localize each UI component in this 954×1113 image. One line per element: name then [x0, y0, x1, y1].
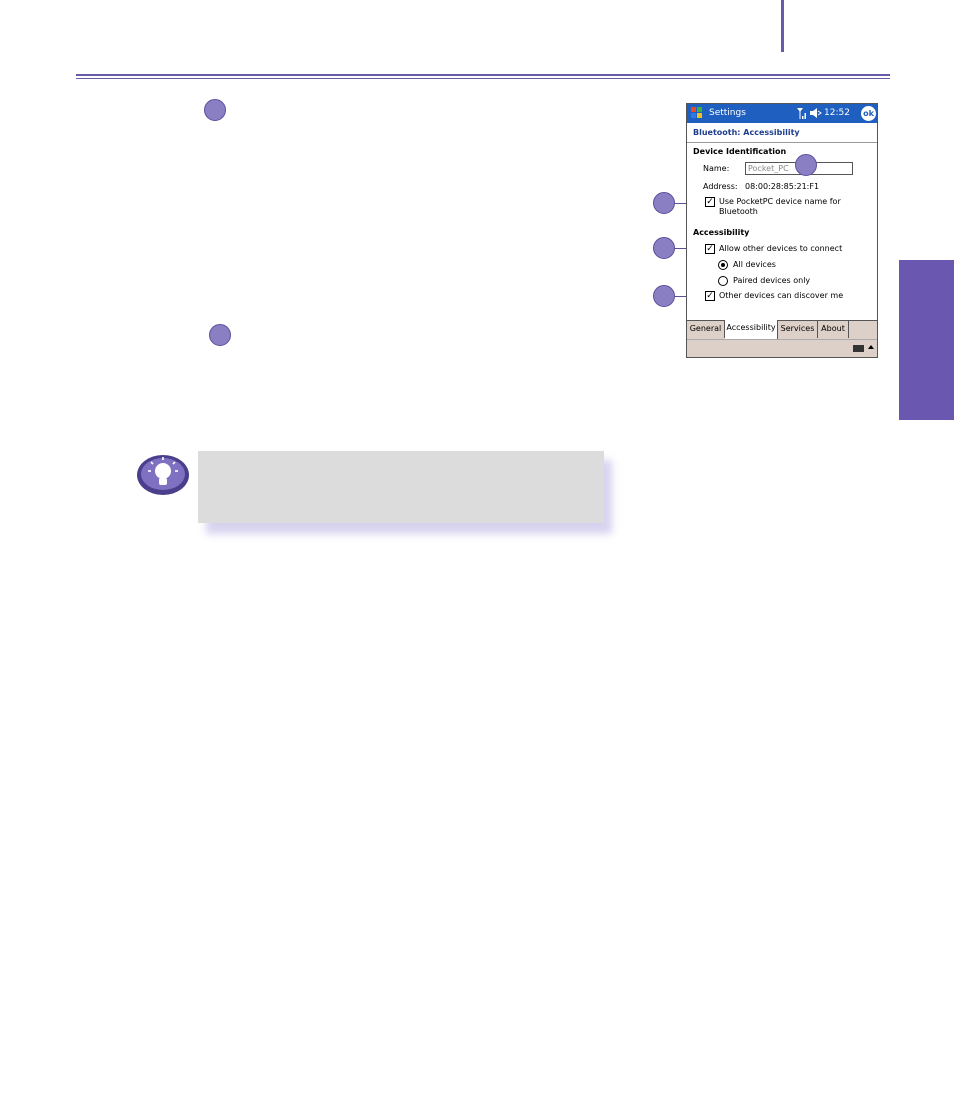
use-name-label: Use PocketPC device name for [719, 197, 841, 206]
lightbulb-icon [134, 451, 192, 499]
section-device-identification: Device Identification [693, 147, 787, 156]
discover-label: Other devices can discover me [719, 291, 844, 300]
pda-titlebar: Settings 12:52 ok [687, 104, 877, 123]
divider [687, 142, 877, 143]
app-title: Settings [709, 108, 746, 118]
keyboard-icon[interactable] [853, 345, 864, 352]
name-label: Name: [703, 164, 730, 173]
use-name-label-cont: Bluetooth [719, 207, 758, 216]
allow-connect-label: Allow other devices to connect [719, 244, 843, 253]
header-rule [76, 74, 890, 76]
clock[interactable]: 12:52 [824, 108, 850, 118]
tab-general[interactable]: General [687, 321, 725, 338]
tab-services[interactable]: Services [778, 321, 818, 338]
address-value: 08:00:28:85:21:F1 [745, 182, 820, 191]
windows-start-icon[interactable] [690, 106, 704, 120]
callout-discover [653, 285, 675, 307]
ok-button[interactable]: ok [861, 106, 876, 121]
tip-box [198, 451, 604, 523]
header-rule-thin [76, 78, 890, 79]
step-bullet-2 [209, 324, 231, 346]
chapter-side-tab [899, 260, 954, 420]
tab-bar: General Accessibility Services About [687, 320, 877, 339]
top-vertical-rule [781, 0, 784, 52]
callout-use-name [653, 192, 675, 214]
discover-checkbox[interactable]: ✓ [705, 291, 715, 301]
callout-allow-connect [653, 237, 675, 259]
signal-icon[interactable] [796, 107, 807, 122]
tab-accessibility[interactable]: Accessibility [725, 320, 778, 339]
radio-paired-devices-label: Paired devices only [733, 276, 811, 285]
input-menu-arrow-icon[interactable] [868, 345, 874, 349]
page-heading: Bluetooth: Accessibility [693, 128, 800, 137]
pda-screenshot: Settings 12:52 ok Bluetooth: Accessibili… [686, 103, 878, 358]
radio-all-devices-label: All devices [733, 260, 776, 269]
command-bar [687, 339, 877, 357]
callout-device-name [795, 154, 817, 176]
speaker-icon[interactable] [809, 107, 822, 122]
tab-about[interactable]: About [818, 321, 849, 338]
section-accessibility: Accessibility [693, 228, 750, 237]
radio-all-devices[interactable] [718, 260, 728, 270]
step-bullet-1 [204, 99, 226, 121]
allow-connect-checkbox[interactable]: ✓ [705, 244, 715, 254]
radio-paired-devices[interactable] [718, 276, 728, 286]
address-label: Address: [703, 182, 738, 191]
use-name-checkbox[interactable]: ✓ [705, 197, 715, 207]
